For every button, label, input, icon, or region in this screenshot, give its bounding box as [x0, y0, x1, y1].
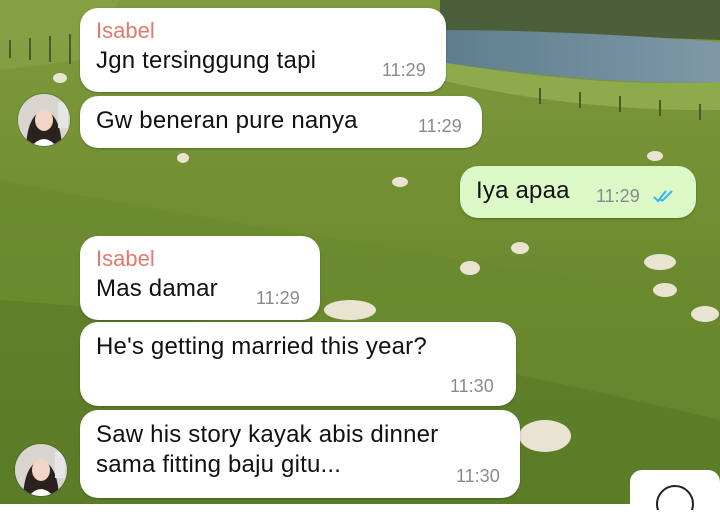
avatar[interactable] — [15, 444, 67, 496]
message-bubble-outgoing[interactable]: Iya apaa 11:29 — [460, 166, 696, 218]
profile-photo-icon — [15, 444, 67, 496]
avatar[interactable] — [18, 94, 70, 146]
double-check-icon — [653, 190, 673, 203]
message-time: 11:29 — [382, 60, 426, 80]
message-text: Mas damar — [96, 275, 218, 302]
message-bubble[interactable]: He's getting married this year? 11:30 — [80, 322, 516, 406]
message-time: 11:29 — [418, 116, 462, 136]
message-bubble[interactable]: Saw his story kayak abis dinner sama fit… — [80, 410, 520, 498]
message-text: Iya apaa — [476, 177, 570, 204]
message-time: 11:29 — [256, 288, 300, 308]
message-text: Jgn tersinggung tapi — [96, 47, 317, 74]
message-time: 11:29 — [596, 186, 640, 206]
scroll-down-icon — [656, 485, 694, 510]
sender-name: Isabel — [96, 246, 155, 271]
message-time: 11:30 — [450, 376, 494, 396]
message-bubble[interactable]: Gw beneran pure nanya 11:29 — [80, 96, 482, 148]
profile-photo-icon — [18, 94, 70, 146]
message-time: 11:30 — [456, 466, 500, 486]
message-text: Gw beneran pure nanya — [96, 107, 358, 134]
message-text-line: sama fitting baju gitu... — [96, 451, 342, 478]
message-text-line: Saw his story kayak abis dinner — [96, 421, 439, 448]
message-bubble[interactable]: Isabel Mas damar 11:29 — [80, 236, 320, 320]
message-text: He's getting married this year? — [96, 333, 427, 360]
scroll-down-button[interactable] — [630, 470, 720, 530]
message-bubble[interactable]: Isabel Jgn tersinggung tapi 11:29 — [80, 8, 446, 92]
sender-name: Isabel — [96, 18, 155, 43]
